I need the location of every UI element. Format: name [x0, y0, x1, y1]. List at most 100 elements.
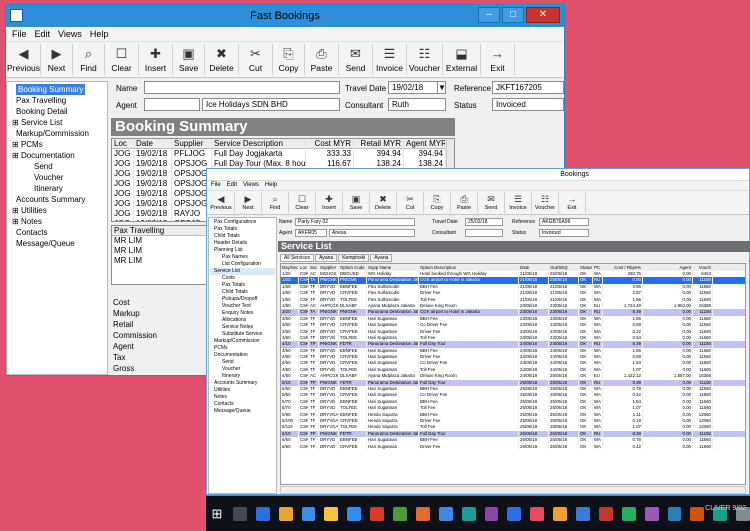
send-button[interactable]: ✉ Send — [478, 192, 505, 213]
tree-item-booking-summary[interactable]: Booking Summary — [8, 84, 106, 95]
app-icon-12[interactable] — [667, 506, 682, 521]
file-explorer-icon[interactable] — [278, 506, 293, 521]
tree2-item-allocations[interactable]: Allocations — [210, 317, 275, 324]
menu-file[interactable]: File — [12, 29, 27, 39]
cut-button[interactable]: ✂ Cut — [239, 44, 273, 75]
tree2-item-pickups-dropoff[interactable]: Pickups/Dropoff — [210, 296, 275, 303]
app-icon-8[interactable] — [576, 506, 590, 521]
agent-name-field[interactable]: Ice Holidays SDN BHD — [202, 98, 340, 111]
start-icon[interactable]: ⊞ — [210, 506, 224, 521]
app-icon-9[interactable] — [598, 506, 613, 521]
tree2-item-notes[interactable]: Notes — [210, 394, 275, 401]
tab-all-services-0[interactable]: All Services — [280, 254, 315, 262]
exit-button[interactable]: → Exit — [559, 192, 586, 213]
store-icon[interactable] — [347, 506, 362, 521]
task-view-icon[interactable] — [255, 506, 270, 521]
chevron-down-icon[interactable]: ▼ — [437, 81, 446, 94]
app-icon-6[interactable] — [530, 506, 545, 521]
menu-views-2[interactable]: Views — [243, 182, 259, 189]
tree-item-booking-detail[interactable]: Booking Detail — [8, 106, 106, 117]
tab-kempinski-2[interactable]: Kempinski — [338, 254, 370, 262]
chrome-icon[interactable] — [393, 506, 407, 521]
insert-button[interactable]: ✚ Insert — [139, 44, 173, 75]
close-button[interactable]: ✕ — [526, 7, 560, 23]
voucher-button[interactable]: ☷ Voucher — [407, 44, 443, 75]
save-button[interactable]: ▣ Save — [173, 44, 205, 75]
tree-item-pax-travelling[interactable]: Pax Travelling — [8, 95, 106, 106]
pax-row[interactable]: MR LIM — [112, 246, 210, 256]
tree-item-itinerary[interactable]: Itinerary — [8, 183, 106, 194]
send-button[interactable]: ✉ Send — [339, 44, 373, 75]
app-icon-3[interactable] — [461, 506, 476, 521]
app-icon-11[interactable] — [644, 506, 659, 521]
tree-item-utilities[interactable]: ⊞ Utilities — [8, 205, 106, 216]
horizontal-scrollbar[interactable] — [280, 486, 746, 494]
tree2-item-pax-configurations[interactable]: Pax Configurations — [210, 219, 275, 226]
copy-button[interactable]: ⎘ Copy — [273, 44, 305, 75]
tree-item-pcms[interactable]: ⊞ PCMs — [8, 139, 106, 150]
tree-item-message-queue[interactable]: Message/Queue — [8, 238, 106, 249]
tree-item-notes[interactable]: ⊞ Notes — [8, 216, 106, 227]
find-button[interactable]: ⌕ Find — [262, 192, 289, 213]
tree2-item-markup-commission[interactable]: Markup/Commission — [210, 338, 275, 345]
next-button[interactable]: ▶ Next — [41, 44, 73, 75]
invoice-button[interactable]: ☰ Invoice — [505, 192, 532, 213]
agent-code-field-2[interactable]: AKFR05 — [295, 229, 327, 237]
clear-button[interactable]: ☐ Clear — [289, 192, 316, 213]
tree2-item-service-notes[interactable]: Service Notes — [210, 324, 275, 331]
next-button[interactable]: ▶ Next — [235, 192, 262, 213]
consultant-field-2[interactable] — [465, 229, 503, 237]
tree2-item-costs[interactable]: Costs — [210, 275, 275, 282]
delete-button[interactable]: ✖ Delete — [370, 192, 397, 213]
minimize-button[interactable]: – — [478, 7, 500, 23]
expand-icon[interactable]: ⊞ — [12, 140, 21, 149]
tree-item-documentation[interactable]: ⊞ Documentation — [8, 150, 106, 161]
previous-button[interactable]: ◀ Previous — [7, 44, 41, 75]
tree2-item-service-list[interactable]: Service List — [210, 268, 275, 275]
tree-item-service-list[interactable]: ⊞ Service List — [8, 117, 106, 128]
tree2-item-accounts-summary[interactable]: Accounts Summary — [210, 380, 275, 387]
tab-ayana-3[interactable]: Ayana — [370, 254, 393, 262]
travel-date-field-2[interactable]: 25/03/18 — [465, 218, 503, 226]
tree2-item-pax-totals[interactable]: Pax Totals — [210, 282, 275, 289]
tree2-item-pcms[interactable]: PCMs — [210, 345, 275, 352]
status-field-2[interactable]: Invoiced — [539, 229, 589, 237]
external-button[interactable]: ⬓ External — [443, 44, 481, 75]
tree2-item-child-totals[interactable]: Child Totals — [210, 233, 275, 240]
tree2-item-list-configuration[interactable]: List Configuration — [210, 261, 275, 268]
tree-item-voucher[interactable]: Voucher — [8, 172, 106, 183]
folder-icon[interactable] — [324, 506, 339, 521]
reference-field[interactable]: JKFT167205 — [492, 81, 564, 94]
tree2-item-enquiry-notes[interactable]: Enquiry Notes — [210, 310, 275, 317]
pax-row[interactable]: MR LIM — [112, 236, 210, 246]
tree-item-send[interactable]: Send — [8, 161, 106, 172]
status-field[interactable]: Invoiced — [492, 98, 564, 111]
copy-button[interactable]: ⎘ Copy — [424, 192, 451, 213]
menu-edit-2[interactable]: Edit — [227, 182, 237, 189]
app-icon-7[interactable] — [553, 506, 567, 521]
find-button[interactable]: ⌕ Find — [73, 44, 105, 75]
tree2-item-header-details[interactable]: Header Details — [210, 240, 275, 247]
app-icon-2[interactable] — [438, 506, 453, 521]
menu-edit[interactable]: Edit — [35, 29, 51, 39]
reference-field-2[interactable]: AKGB76A96 — [539, 218, 589, 226]
app-icon-5[interactable] — [507, 506, 522, 521]
menu-help-2[interactable]: Help — [265, 182, 277, 189]
consultant-field[interactable]: Ruth — [388, 98, 446, 111]
name-field[interactable] — [144, 81, 340, 94]
tree2-item-planning-list[interactable]: Planning List — [210, 247, 275, 254]
tab-ayana-1[interactable]: Ayana — [315, 254, 338, 262]
tree2-item-voucher[interactable]: Voucher — [210, 366, 275, 373]
clear-button[interactable]: ☐ Clear — [105, 44, 139, 75]
menu-views[interactable]: Views — [58, 29, 82, 39]
tree2-item-utilities[interactable]: Utilities — [210, 387, 275, 394]
save-button[interactable]: ▣ Save — [343, 192, 370, 213]
search-icon[interactable] — [232, 506, 247, 521]
agent-name-field-2[interactable]: Anesa — [329, 229, 415, 237]
expand-icon[interactable]: ⊞ — [12, 206, 21, 215]
edge-icon[interactable] — [301, 506, 316, 521]
tree2-item-itinerary[interactable]: Itinerary — [210, 373, 275, 380]
tree2-item-pax-totals[interactable]: Pax Totals — [210, 226, 275, 233]
cut-button[interactable]: ✂ Cut — [397, 192, 424, 213]
name-field-2[interactable]: Party Fary 02 — [295, 218, 415, 226]
